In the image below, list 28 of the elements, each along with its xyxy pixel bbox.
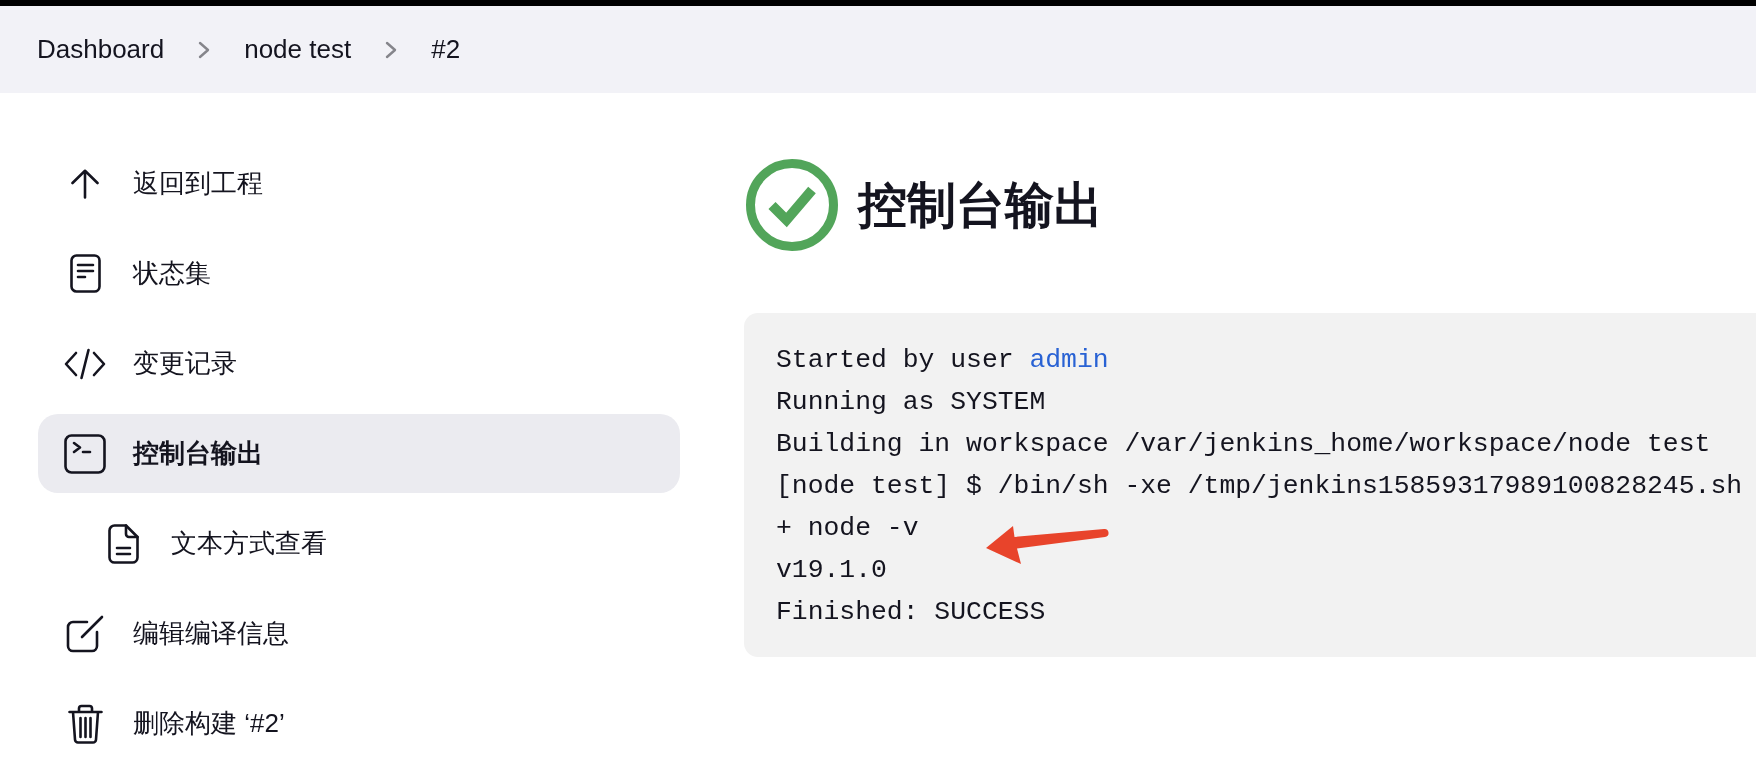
arrow-up-icon xyxy=(70,168,100,199)
file-text-icon xyxy=(107,523,139,564)
edit-icon xyxy=(66,614,104,653)
sidebar-item[interactable]: 变更记录 xyxy=(38,324,680,403)
console-line: v19.1.0 xyxy=(776,554,887,587)
breadcrumb-link[interactable]: Dashboard xyxy=(37,34,165,65)
code-icon xyxy=(64,347,106,380)
page-title: 控制台输出 xyxy=(858,180,1103,230)
user-link[interactable]: admin xyxy=(1029,345,1109,375)
sidebar-item[interactable]: 状态集 xyxy=(38,234,680,313)
sidebar-item[interactable]: 删除构建 ‘#2’ xyxy=(38,684,680,763)
sidebar-item[interactable]: 返回到工程 xyxy=(38,144,680,223)
terminal-icon xyxy=(64,433,106,474)
console-line: Finished: SUCCESS xyxy=(776,596,1046,629)
console-line: [node test] $ /bin/sh -xe /tmp/jenkins15859317989100828245.sh xyxy=(776,470,1743,503)
breadcrumb-link[interactable]: #2 xyxy=(431,34,461,65)
console-line: + node -v xyxy=(776,512,919,545)
console-line: Started by user admin xyxy=(776,344,1109,377)
sidebar-item[interactable]: 控制台输出 xyxy=(38,414,680,493)
chevron-right-icon xyxy=(198,40,211,59)
breadcrumb-link[interactable]: node test xyxy=(244,34,352,65)
sidebar-item[interactable]: 编辑编译信息 xyxy=(38,594,680,673)
sidebar-item[interactable]: 文本方式查看 xyxy=(38,504,680,583)
document-icon xyxy=(69,254,101,293)
console-line: Running as SYSTEM xyxy=(776,386,1046,419)
chevron-right-icon xyxy=(385,40,398,59)
trash-icon xyxy=(67,703,103,744)
console-line: Building in workspace /var/jenkins_home/workspace/node test xyxy=(776,428,1711,461)
